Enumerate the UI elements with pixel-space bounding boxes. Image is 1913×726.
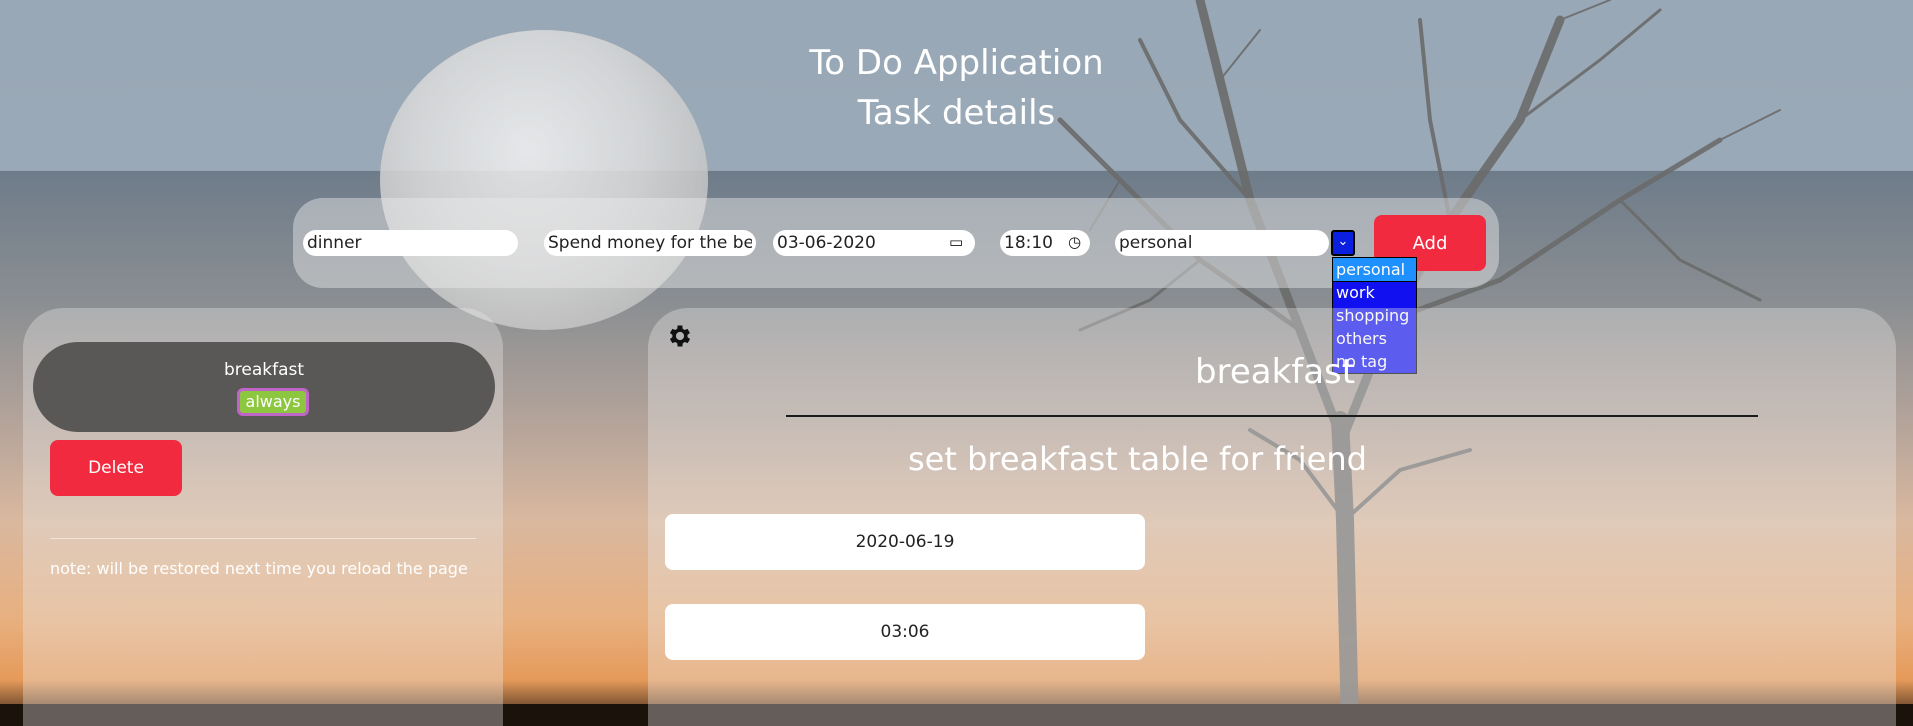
delete-button[interactable]: Delete (50, 440, 182, 496)
time-value: 18:10 (1004, 233, 1053, 253)
clock-icon[interactable]: ◷ (1068, 234, 1084, 250)
detail-description: set breakfast table for friend (908, 440, 1367, 478)
page-header: To Do Application Task details (0, 38, 1913, 138)
calendar-icon[interactable]: ▭ (949, 234, 965, 250)
detail-time: 03:06 (665, 604, 1145, 660)
task-list-panel: breakfast always Delete note: will be re… (23, 308, 503, 726)
task-card-title: breakfast (223, 360, 305, 380)
date-value: 03-06-2020 (777, 233, 876, 253)
task-tag-input[interactable] (1115, 230, 1329, 256)
task-date-input[interactable]: 03-06-2020 ▭ (773, 230, 975, 256)
detail-date: 2020-06-19 (665, 514, 1145, 570)
task-details-panel: breakfast set breakfast table for friend… (648, 308, 1896, 726)
task-name-input[interactable] (303, 230, 518, 256)
tag-option[interactable]: personal (1332, 257, 1417, 282)
task-description-input[interactable] (544, 230, 756, 256)
tag-dropdown-toggle[interactable]: ⌄ (1331, 230, 1355, 256)
restore-note: note: will be restored next time you rel… (50, 559, 468, 578)
tag-option[interactable]: work (1333, 281, 1416, 304)
task-card[interactable]: breakfast always (33, 342, 495, 432)
title-underline (786, 415, 1758, 417)
chevron-down-icon: ⌄ (1337, 234, 1349, 249)
task-tag-badge: always (237, 388, 309, 416)
detail-title: breakfast (1195, 352, 1356, 392)
app-title: To Do Application (809, 43, 1104, 83)
page-subtitle: Task details (857, 93, 1056, 133)
gear-icon[interactable] (666, 322, 694, 350)
task-time-input[interactable]: 18:10 ◷ (1000, 230, 1090, 256)
divider (50, 538, 476, 539)
